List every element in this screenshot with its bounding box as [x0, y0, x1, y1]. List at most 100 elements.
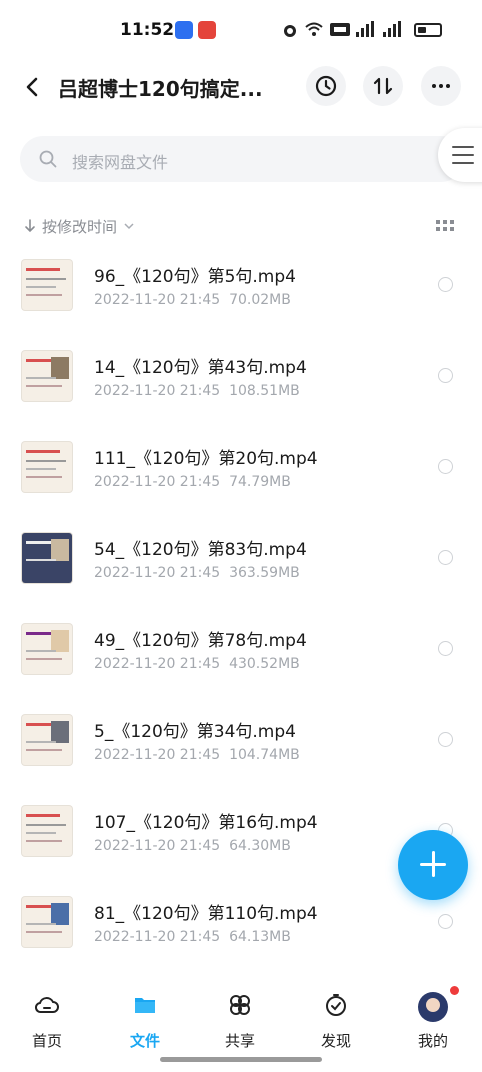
nav-files[interactable]: 文件	[110, 992, 180, 1052]
file-meta: 2022-11-20 21:45 64.13MB	[94, 929, 291, 945]
video-thumbnail	[22, 533, 72, 583]
file-meta: 2022-11-20 21:45 74.79MB	[94, 474, 291, 490]
file-size: 64.13MB	[229, 929, 291, 945]
file-name: 107_《120句》第16句.mp4	[94, 813, 318, 833]
file-name: 54_《120句》第83句.mp4	[94, 540, 307, 560]
back-arrow-icon[interactable]	[20, 72, 46, 102]
file-meta: 2022-11-20 21:45 363.59MB	[94, 565, 300, 581]
sort-label: 按修改时间	[42, 217, 118, 236]
nav-home-label: 首页	[31, 1032, 62, 1050]
nav-me[interactable]: 我的	[398, 986, 468, 1052]
more-dots-icon	[432, 84, 450, 88]
file-name: 49_《120句》第78句.mp4	[94, 631, 307, 651]
wifi-icon	[305, 22, 323, 36]
video-thumbnail	[22, 260, 72, 310]
history-icon	[315, 75, 337, 97]
video-thumbnail	[22, 715, 72, 765]
menu-icon	[452, 146, 474, 148]
file-size: 430.52MB	[229, 656, 300, 672]
file-name: 5_《120句》第34句.mp4	[94, 722, 296, 742]
file-row[interactable]: 5_《120句》第34句.mp4 2022-11-20 21:45 104.74…	[0, 701, 482, 792]
file-row[interactable]: 49_《120句》第78句.mp4 2022-11-20 21:45 430.5…	[0, 610, 482, 701]
file-size: 108.51MB	[229, 383, 300, 399]
file-date: 2022-11-20 21:45	[94, 838, 221, 854]
nav-me-label: 我的	[417, 1032, 448, 1050]
video-thumbnail	[22, 351, 72, 401]
video-thumbnail	[22, 624, 72, 674]
transfer-button[interactable]	[363, 66, 403, 106]
select-radio[interactable]	[438, 368, 453, 383]
nav-discover-label: 发现	[320, 1032, 351, 1050]
battery-icon	[414, 23, 442, 37]
file-row[interactable]: 81_《120句》第110句.mp4 2022-11-20 21:45 64.1…	[0, 883, 482, 974]
file-meta: 2022-11-20 21:45 70.02MB	[94, 292, 291, 308]
sort-selector[interactable]: 按修改时间	[24, 214, 135, 238]
file-size: 70.02MB	[229, 292, 291, 308]
search-bar[interactable]: 搜索网盘文件	[20, 136, 464, 182]
file-size: 363.59MB	[229, 565, 300, 581]
status-time: 11:52	[120, 20, 175, 40]
select-radio[interactable]	[438, 641, 453, 656]
share-icon	[230, 995, 250, 1015]
nav-home[interactable]: 首页	[12, 992, 82, 1052]
home-indicator	[160, 1057, 322, 1062]
hd-icon	[330, 23, 350, 36]
file-meta: 2022-11-20 21:45 430.52MB	[94, 656, 300, 672]
more-button[interactable]	[421, 66, 461, 106]
file-date: 2022-11-20 21:45	[94, 383, 221, 399]
add-fab-button[interactable]	[398, 830, 468, 900]
video-thumbnail	[22, 806, 72, 856]
file-date: 2022-11-20 21:45	[94, 747, 221, 763]
chevron-down-icon	[124, 223, 134, 230]
file-size: 104.74MB	[229, 747, 300, 763]
file-name: 111_《120句》第20句.mp4	[94, 449, 318, 469]
select-radio[interactable]	[438, 732, 453, 747]
select-radio[interactable]	[438, 550, 453, 565]
file-meta: 2022-11-20 21:45 64.30MB	[94, 838, 291, 854]
discover-icon	[326, 994, 346, 1016]
nav-discover[interactable]: 发现	[301, 992, 371, 1052]
nav-share[interactable]: 共享	[205, 992, 275, 1052]
nav-share-label: 共享	[224, 1032, 255, 1050]
folder-icon	[135, 998, 155, 1013]
file-date: 2022-11-20 21:45	[94, 565, 221, 581]
top-app-bar: 吕超博士120句搞定...	[0, 56, 482, 120]
sort-arrow-down-icon	[25, 219, 35, 233]
nav-files-label: 文件	[129, 1032, 160, 1050]
file-date: 2022-11-20 21:45	[94, 474, 221, 490]
file-name: 81_《120句》第110句.mp4	[94, 904, 318, 924]
avatar	[418, 992, 448, 1022]
cloud-home-icon	[34, 997, 59, 1013]
file-name: 96_《120句》第5句.mp4	[94, 267, 296, 287]
file-date: 2022-11-20 21:45	[94, 292, 221, 308]
notification-dot	[450, 986, 459, 995]
file-size: 74.79MB	[229, 474, 291, 490]
file-meta: 2022-11-20 21:45 108.51MB	[94, 383, 300, 399]
signal-icon	[383, 21, 401, 37]
video-thumbnail	[22, 897, 72, 947]
transfer-sort-icon	[373, 77, 393, 95]
history-button[interactable]	[306, 66, 346, 106]
file-meta: 2022-11-20 21:45 104.74MB	[94, 747, 300, 763]
file-name: 14_《120句》第43句.mp4	[94, 358, 307, 378]
signal-icon	[356, 21, 374, 37]
file-row[interactable]: 54_《120句》第83句.mp4 2022-11-20 21:45 363.5…	[0, 519, 482, 610]
grid-view-icon[interactable]	[436, 220, 454, 232]
video-thumbnail	[22, 442, 72, 492]
file-row[interactable]: 96_《120句》第5句.mp4 2022-11-20 21:45 70.02M…	[0, 246, 482, 337]
status-bar: 11:52	[0, 0, 482, 56]
select-radio[interactable]	[438, 277, 453, 292]
app-notification-icon	[198, 21, 216, 39]
file-date: 2022-11-20 21:45	[94, 656, 221, 672]
select-radio[interactable]	[438, 914, 453, 929]
search-icon	[39, 150, 57, 168]
select-radio[interactable]	[438, 459, 453, 474]
folder-title: 吕超博士120句搞定...	[58, 77, 263, 101]
file-row[interactable]: 111_《120句》第20句.mp4 2022-11-20 21:45 74.7…	[0, 428, 482, 519]
menu-icon	[452, 154, 474, 156]
file-date: 2022-11-20 21:45	[94, 929, 221, 945]
file-row[interactable]: 14_《120句》第43句.mp4 2022-11-20 21:45 108.5…	[0, 337, 482, 428]
alarm-icon	[284, 25, 296, 37]
menu-icon	[452, 162, 474, 164]
search-placeholder: 搜索网盘文件	[72, 153, 169, 172]
